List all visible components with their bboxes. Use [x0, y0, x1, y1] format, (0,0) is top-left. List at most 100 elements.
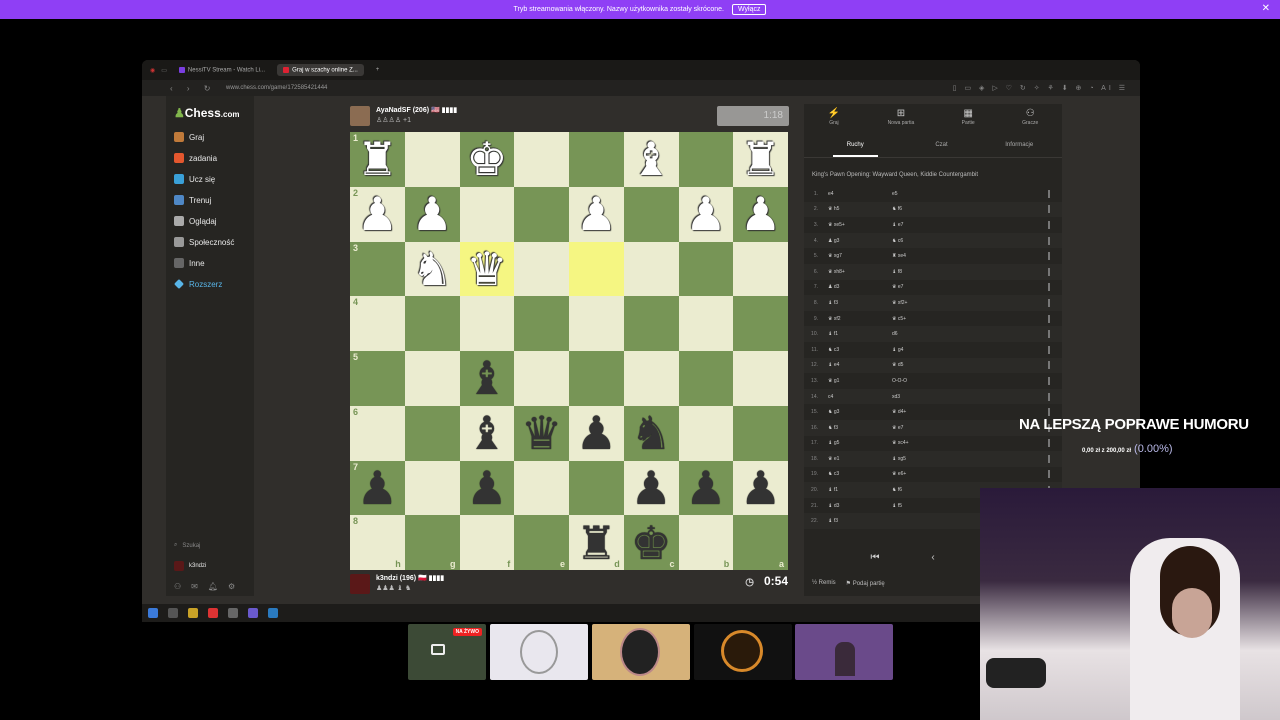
board-square[interactable]: 8h: [350, 515, 405, 570]
black-move[interactable]: xd3: [892, 394, 962, 400]
taskbar-app-icon[interactable]: [228, 608, 238, 618]
black-move[interactable]: ♛ d5: [892, 362, 962, 368]
board-square[interactable]: ♛: [459, 241, 515, 297]
board-square[interactable]: [678, 241, 734, 297]
black-move[interactable]: ♝ g4: [892, 347, 962, 353]
tab-chess-game[interactable]: Graj w szachy online Z...: [277, 63, 364, 77]
black-move[interactable]: ♝ e7: [892, 222, 962, 228]
black-king-piece[interactable]: ♚: [631, 520, 672, 566]
board-square[interactable]: c ♚: [623, 515, 679, 570]
panel-nav-0[interactable]: ⚡ Graj: [828, 108, 840, 134]
chess-logo[interactable]: ♟Chess.com: [174, 106, 239, 120]
player-avatar[interactable]: [350, 574, 370, 594]
black-pawn-piece[interactable]: ♟: [466, 465, 507, 511]
board-square[interactable]: ♟: [733, 460, 788, 516]
white-move[interactable]: ♝ f1: [822, 487, 892, 493]
white-move[interactable]: ♝ f3: [822, 518, 892, 524]
board-square[interactable]: ♟: [459, 460, 515, 516]
black-move[interactable]: ♛ e6+: [892, 471, 962, 477]
prev-move-button[interactable]: ‹: [916, 552, 950, 572]
board-square[interactable]: [623, 186, 679, 242]
white-move[interactable]: ♞ g3: [822, 409, 892, 415]
white-move[interactable]: ♛ xe5+: [822, 222, 892, 228]
black-move[interactable]: ♝ f5: [892, 503, 962, 509]
sidebar-item-train[interactable]: Trenuj: [174, 195, 211, 205]
board-square[interactable]: 4: [350, 296, 405, 351]
board-square[interactable]: 1 ♜: [350, 132, 405, 187]
board-square[interactable]: [623, 351, 679, 406]
sidebar-item-learn[interactable]: Ucz się: [174, 174, 215, 184]
board-square[interactable]: b: [678, 515, 734, 570]
board-square[interactable]: [569, 132, 624, 187]
board-square[interactable]: ♛: [514, 405, 569, 461]
white-move[interactable]: ♞ f3: [822, 425, 892, 431]
taskbar-app-icon[interactable]: [268, 608, 278, 618]
chessboard[interactable]: 1 ♜ ♚ ♝ ♜ 2 ♟ ♟ ♟ ♟ ♟ 3 ♞ ♛ 4 5 ♝ 6 ♝ ♛ ♟ ♞ 7 ♟ ♟ ♟ ♟ ♟ 8 h g f e d ♜ c ♚ b a: [350, 132, 788, 570]
black-move[interactable]: ♛ xf2+: [892, 300, 962, 306]
black-knight-piece[interactable]: ♞: [631, 410, 672, 456]
white-knight-piece[interactable]: ♞: [412, 246, 453, 292]
player-name[interactable]: k3ndzi (196) 🇵🇱 ▮▮▮▮: [376, 574, 444, 582]
white-move[interactable]: ♛ xf2: [822, 316, 892, 322]
board-square[interactable]: 3: [350, 241, 405, 297]
white-move[interactable]: ♞ c3: [822, 471, 892, 477]
board-square[interactable]: ♟: [733, 186, 788, 242]
first-move-button[interactable]: ⏮: [858, 552, 892, 572]
tab-info[interactable]: Informacje: [1005, 142, 1033, 157]
board-square[interactable]: [514, 241, 569, 297]
white-move[interactable]: ♝ e4: [822, 362, 892, 368]
panel-nav-1[interactable]: ⊞ Nowa partia: [888, 108, 915, 134]
sidebar-search[interactable]: ⌕ Szukaj: [174, 542, 200, 549]
nav-buttons[interactable]: ‹ › ↻: [170, 84, 216, 93]
white-move[interactable]: ♛ xh8+: [822, 269, 892, 275]
white-move[interactable]: ♟ g3: [822, 238, 892, 244]
white-move[interactable]: c4: [822, 394, 892, 400]
white-bishop-piece[interactable]: ♝: [631, 136, 672, 182]
board-square[interactable]: [678, 351, 734, 406]
black-move[interactable]: ♜ xe4: [892, 253, 962, 259]
toolbar-icons[interactable]: ▯ ▭ ◈ ▷ ♡ ↻ ✧ ⚘ ⬇ ⊕ ◔ AI ☰: [953, 84, 1128, 92]
board-square[interactable]: [569, 241, 624, 297]
black-pawn-piece[interactable]: ♟: [685, 465, 726, 511]
board-square[interactable]: [733, 405, 788, 461]
black-move[interactable]: ♝ xg5: [892, 456, 962, 462]
board-square[interactable]: ♟: [623, 460, 679, 516]
black-move[interactable]: ♞ c6: [892, 238, 962, 244]
board-square[interactable]: 5: [350, 351, 405, 406]
taskbar-app-icon[interactable]: [208, 608, 218, 618]
tab-nessi-stream[interactable]: NessiTV Stream - Watch Li...: [173, 64, 271, 77]
sidebar-footer-icons[interactable]: ⚇ ✉ 🔔︎ ⚙: [174, 582, 235, 591]
black-move[interactable]: ♝ f8: [892, 269, 962, 275]
board-square[interactable]: 6: [350, 405, 405, 461]
sidebar-user[interactable]: k3ndzi: [174, 561, 206, 571]
white-move[interactable]: ♝ f1: [822, 331, 892, 337]
board-square[interactable]: [404, 296, 460, 351]
board-square[interactable]: [459, 186, 515, 242]
white-queen-piece[interactable]: ♛: [466, 246, 507, 292]
board-square[interactable]: [514, 296, 569, 351]
close-icon[interactable]: ✕: [1262, 3, 1270, 14]
windows-start-icon[interactable]: [148, 608, 158, 618]
taskbar-app-icon[interactable]: [168, 608, 178, 618]
taskbar-app-icon[interactable]: [188, 608, 198, 618]
tab-moves[interactable]: Ruchy: [832, 142, 878, 157]
tab-chat[interactable]: Czat: [935, 142, 947, 157]
board-square[interactable]: ♟: [569, 405, 624, 461]
opponent-avatar[interactable]: [350, 106, 370, 126]
board-square[interactable]: [733, 351, 788, 406]
black-move[interactable]: ♞ f6: [892, 487, 962, 493]
disable-streaming-button[interactable]: Wyłącz: [731, 4, 767, 15]
panel-nav-3[interactable]: ⚇ Gracze: [1022, 108, 1038, 134]
board-square[interactable]: [678, 405, 734, 461]
board-square[interactable]: [623, 296, 679, 351]
board-square[interactable]: ♞: [623, 405, 679, 461]
board-square[interactable]: e: [514, 515, 569, 570]
opponent-name[interactable]: AyaNadSF (206) 🇺🇸 ▮▮▮▮: [376, 106, 457, 114]
board-square[interactable]: [404, 405, 460, 461]
board-square[interactable]: [404, 460, 460, 516]
resign-button[interactable]: ⚑ Podaj partię: [846, 580, 885, 587]
board-square[interactable]: [514, 132, 569, 187]
board-square[interactable]: [733, 241, 788, 297]
board-square[interactable]: ♟: [678, 460, 734, 516]
white-move[interactable]: ♞ c3: [822, 347, 892, 353]
